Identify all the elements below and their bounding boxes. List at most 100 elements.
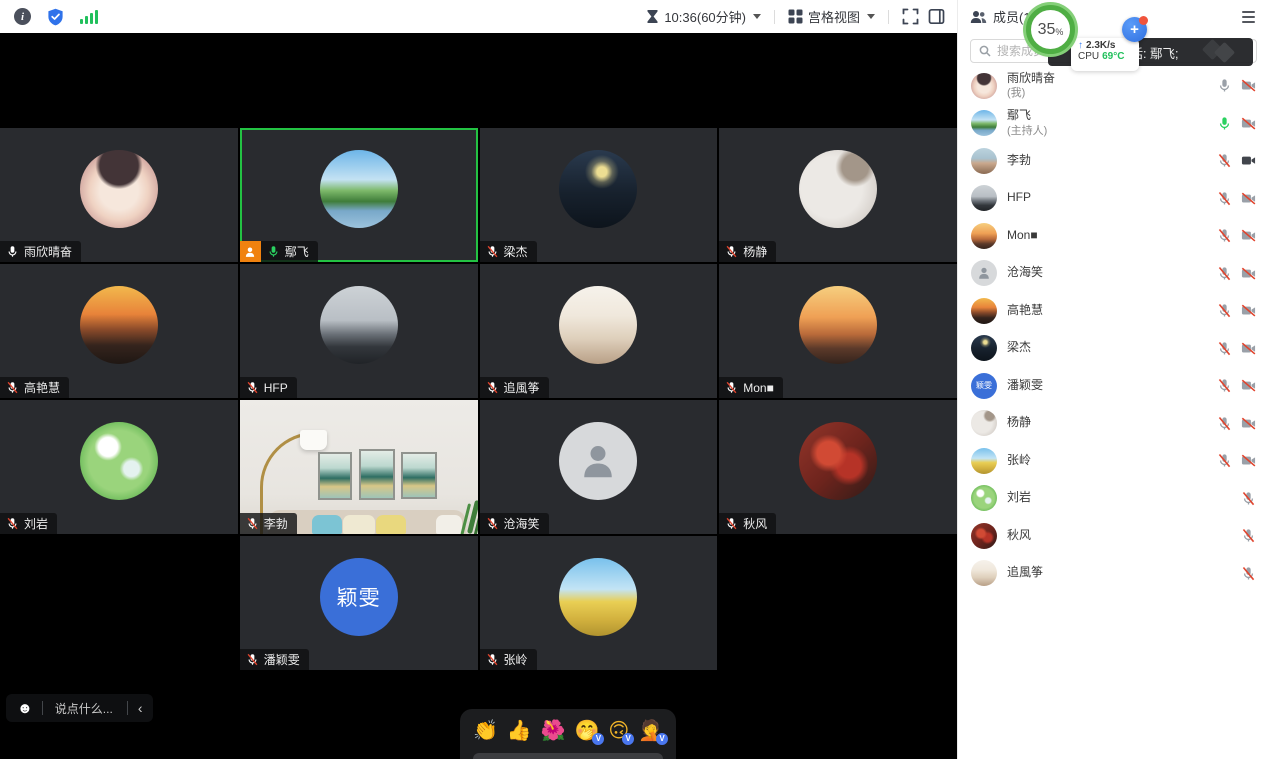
mic-on-icon bbox=[1217, 116, 1232, 131]
member-row[interactable]: 沧海笑 bbox=[958, 255, 1269, 293]
avatar bbox=[971, 73, 997, 99]
cpu-usage-percent: 35 bbox=[1038, 21, 1056, 39]
member-row[interactable]: Mon■ bbox=[958, 217, 1269, 255]
avatar bbox=[80, 286, 158, 364]
reaction-clap-button[interactable]: 👏 bbox=[473, 718, 498, 744]
video-tile[interactable]: 梁杰 bbox=[480, 128, 718, 262]
member-row[interactable]: 高艳慧 bbox=[958, 292, 1269, 330]
reaction-flower-button[interactable]: 🌺 bbox=[541, 718, 566, 744]
avatar bbox=[320, 150, 398, 228]
tile-name-box: 梁杰 bbox=[480, 241, 537, 262]
member-row[interactable]: 李勃 bbox=[958, 142, 1269, 180]
member-av-status bbox=[1217, 266, 1256, 281]
view-mode-dropdown[interactable]: 宫格视图 bbox=[788, 7, 875, 26]
top-bar-controls: 10:36(60分钟) 宫格视图 bbox=[646, 7, 957, 26]
watermark-logo-icon bbox=[1205, 42, 1241, 62]
chat-input-placeholder[interactable]: 说点什么... bbox=[43, 700, 127, 717]
emoji-row: 👏 👍 🌺 🤭V 🙃V 🤦V bbox=[473, 718, 663, 744]
reaction-hand-on-cheek-button[interactable]: 🤭V bbox=[574, 718, 599, 744]
camera-off-icon bbox=[1241, 78, 1256, 93]
member-row[interactable]: 追風筝 bbox=[958, 555, 1269, 593]
video-tile[interactable]: 雨欣晴奋 bbox=[0, 128, 238, 262]
raise-hand-button[interactable]: ✋ 举手 bbox=[473, 753, 663, 759]
mic-muted-icon bbox=[1217, 341, 1232, 356]
mic-muted-icon bbox=[725, 245, 738, 258]
avatar bbox=[971, 410, 997, 436]
member-name: 追風筝 bbox=[1007, 565, 1043, 581]
member-row[interactable]: 雨欣晴奋(我) bbox=[958, 67, 1269, 105]
member-text: 刘岩 bbox=[1007, 490, 1031, 506]
video-tile[interactable]: 李勃 bbox=[240, 400, 478, 534]
member-row[interactable]: 杨静 bbox=[958, 405, 1269, 443]
percent-sign: % bbox=[1055, 27, 1063, 37]
tile-name-label: 梁杰 bbox=[480, 241, 537, 262]
reaction-pout-turn-button[interactable]: 🙃V bbox=[608, 718, 629, 744]
tile-name-label: 潘颖雯 bbox=[240, 649, 309, 670]
member-name: 杨静 bbox=[1007, 415, 1031, 431]
assistant-app-icon[interactable]: + bbox=[1122, 17, 1147, 42]
avatar bbox=[799, 422, 877, 500]
reaction-thumbs-up-button[interactable]: 👍 bbox=[507, 718, 532, 744]
collapse-chat-button[interactable]: ‹ bbox=[128, 700, 154, 716]
avatar bbox=[971, 185, 997, 211]
side-panel-toggle-button[interactable] bbox=[928, 8, 945, 25]
host-badge-icon bbox=[240, 241, 261, 262]
fullscreen-button[interactable] bbox=[902, 8, 919, 25]
shield-check-icon[interactable] bbox=[47, 8, 64, 26]
thumbs-up-emoji: 👍 bbox=[507, 720, 532, 742]
mic-muted-icon bbox=[1217, 416, 1232, 431]
cpu-usage-badge[interactable]: 35 % bbox=[1026, 5, 1075, 54]
video-tile[interactable]: 秋风 bbox=[719, 400, 957, 534]
avatar bbox=[559, 422, 637, 500]
member-name: Mon■ bbox=[1007, 228, 1038, 244]
mic-muted-icon bbox=[6, 517, 19, 530]
video-tile[interactable]: 张岭 bbox=[480, 536, 718, 670]
member-row[interactable]: 刘岩 bbox=[958, 480, 1269, 518]
video-tile[interactable]: 杨静 bbox=[719, 128, 957, 262]
video-tile[interactable]: 沧海笑 bbox=[480, 400, 718, 534]
top-bar-main: i 10:36(60分钟) bbox=[0, 0, 957, 33]
video-tile[interactable]: 刘岩 bbox=[0, 400, 238, 534]
member-row[interactable]: 秋风 bbox=[958, 517, 1269, 555]
notification-dot bbox=[1139, 16, 1148, 25]
tile-name-label: HFP bbox=[240, 377, 297, 398]
member-name: 潘颖雯 bbox=[1007, 378, 1043, 394]
video-tile[interactable]: 鄢飞 bbox=[240, 128, 478, 262]
mic-muted-icon bbox=[1217, 228, 1232, 243]
video-tile[interactable]: HFP bbox=[240, 264, 478, 398]
top-bar: i 10:36(60分钟) bbox=[0, 0, 1269, 33]
tile-name-label: 刘岩 bbox=[0, 513, 57, 534]
member-text: 高艳慧 bbox=[1007, 303, 1043, 319]
tile-name-label: 杨静 bbox=[719, 241, 776, 262]
video-tile[interactable]: 颖雯 潘颖雯 bbox=[240, 536, 478, 670]
member-av-status bbox=[1217, 453, 1256, 468]
member-name: 雨欣晴奋 bbox=[1007, 71, 1055, 87]
member-text: 秋风 bbox=[1007, 528, 1031, 544]
vip-badge: V bbox=[592, 733, 604, 745]
emoji-picker-icon[interactable]: ☻ bbox=[6, 700, 42, 717]
mic-muted-icon bbox=[486, 653, 499, 666]
avatar: 颖雯 bbox=[320, 558, 398, 636]
search-icon bbox=[979, 45, 991, 57]
network-signal-icon[interactable] bbox=[80, 10, 98, 24]
member-row[interactable]: 梁杰 bbox=[958, 330, 1269, 368]
menu-button[interactable] bbox=[1240, 7, 1257, 27]
video-tile[interactable]: 追風筝 bbox=[480, 264, 718, 398]
meeting-timer-dropdown[interactable]: 10:36(60分钟) bbox=[646, 7, 761, 26]
member-text: 杨静 bbox=[1007, 415, 1031, 431]
plus-glyph: + bbox=[1130, 21, 1139, 38]
info-icon[interactable]: i bbox=[14, 8, 31, 25]
avatar bbox=[971, 223, 997, 249]
avatar bbox=[971, 335, 997, 361]
video-tile[interactable]: Mon■ bbox=[719, 264, 957, 398]
member-row[interactable]: 颖雯潘颖雯 bbox=[958, 367, 1269, 405]
tile-name-box: 李勃 bbox=[240, 513, 297, 534]
reaction-face-wipe-button[interactable]: 🤦V bbox=[638, 718, 663, 744]
video-tile[interactable]: 高艳慧 bbox=[0, 264, 238, 398]
member-row[interactable]: 鄢飞(主持人) bbox=[958, 105, 1269, 143]
mic-muted-icon bbox=[1217, 266, 1232, 281]
member-row[interactable]: 张岭 bbox=[958, 442, 1269, 480]
member-row[interactable]: HFP bbox=[958, 180, 1269, 218]
avatar bbox=[971, 523, 997, 549]
tile-name-box: 鄢飞 bbox=[261, 241, 318, 262]
